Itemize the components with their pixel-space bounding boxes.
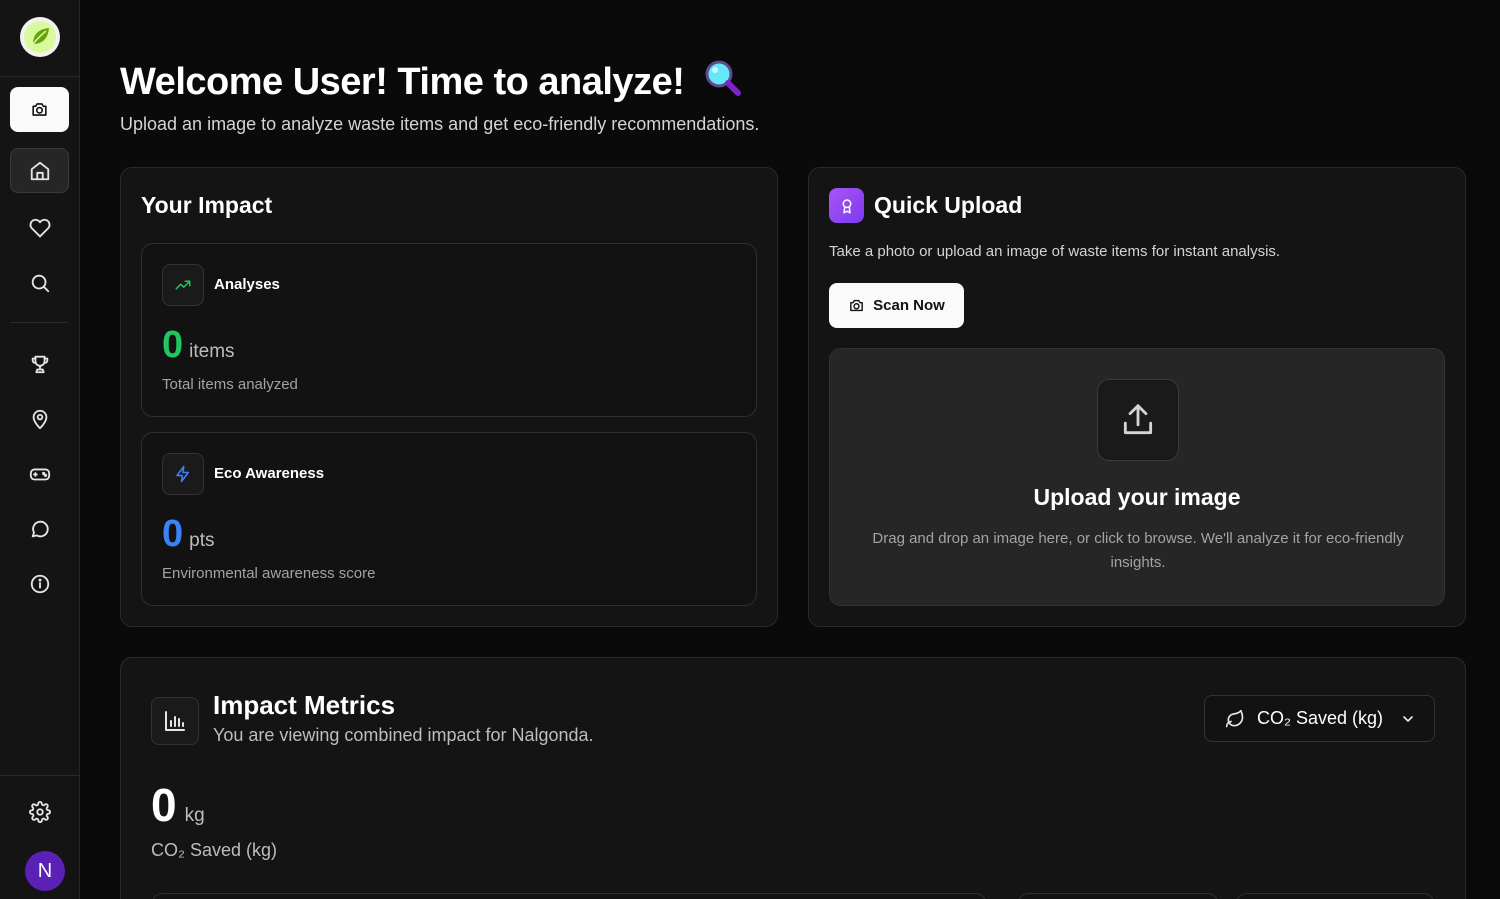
analyses-label: Analyses	[214, 276, 280, 293]
metric-description: CO₂ Saved (kg)	[151, 840, 278, 860]
quick-upload-card: Quick Upload Take a photo or upload an i…	[808, 167, 1466, 627]
favorites-nav-button[interactable]	[10, 205, 69, 250]
camera-icon	[32, 103, 47, 116]
gear-icon	[28, 800, 51, 823]
bar-chart-icon	[151, 697, 199, 745]
lightning-icon	[162, 453, 204, 495]
leaf-icon	[1225, 709, 1244, 727]
gamepad-icon	[29, 468, 50, 480]
image-dropzone[interactable]: Upload your image Drag and drop an image…	[829, 348, 1445, 606]
sidebar-divider	[0, 76, 79, 77]
impact-title: Your Impact	[141, 192, 273, 218]
page-title-text: Welcome User! Time to analyze!	[120, 61, 685, 103]
scan-nav-button[interactable]	[10, 87, 69, 132]
analyses-stat: Analyses 0 items Total items analyzed	[141, 243, 757, 417]
analyses-value: 0 items	[162, 324, 235, 367]
trending-up-icon	[162, 264, 204, 306]
magnifier-icon	[702, 58, 742, 108]
home-nav-button[interactable]	[10, 148, 69, 193]
sidebar-divider	[0, 775, 79, 776]
scan-now-label: Scan Now	[873, 297, 945, 314]
sidebar-divider	[10, 322, 68, 323]
impact-metrics-subtitle: You are viewing combined impact for Nalg…	[213, 725, 594, 745]
eco-awareness-value: 0 pts	[162, 513, 215, 556]
scan-now-button[interactable]: Scan Now	[829, 283, 964, 328]
analyses-unit: items	[189, 341, 235, 362]
eco-awareness-description: Environmental awareness score	[162, 565, 376, 582]
settings-nav-button[interactable]	[10, 789, 69, 834]
app-root: N Welcome User! Time to analyze! Upload …	[0, 0, 1500, 899]
page-title: Welcome User! Time to analyze!	[120, 58, 742, 108]
eco-awareness-stat: Eco Awareness 0 pts Environmental awarene…	[141, 432, 757, 606]
leaf-logo-icon	[24, 21, 56, 53]
chat-icon	[31, 520, 49, 537]
impact-metrics-card: Impact Metrics You are viewing combined …	[120, 657, 1466, 899]
heart-icon	[29, 218, 50, 237]
eco-awareness-unit: pts	[189, 530, 215, 551]
metric-select-value: CO₂ Saved (kg)	[1257, 708, 1384, 728]
upload-icon	[1097, 379, 1179, 461]
page-subtitle: Upload an image to analyze waste items a…	[120, 114, 760, 134]
dropzone-description: Drag and drop an image here, or click to…	[872, 530, 1404, 571]
search-nav-button[interactable]	[10, 260, 69, 305]
metric-unit: kg	[184, 805, 205, 826]
info-nav-button[interactable]	[10, 561, 69, 606]
chat-nav-button[interactable]	[10, 506, 69, 551]
metric-number: 0	[151, 779, 177, 831]
metric-select[interactable]: CO₂ Saved (kg)	[1204, 695, 1435, 742]
achievements-nav-button[interactable]	[10, 341, 69, 386]
map-pin-icon	[32, 409, 47, 429]
dropzone-title: Upload your image	[1033, 484, 1241, 510]
quick-upload-description: Take a photo or upload an image of waste…	[829, 243, 1281, 260]
games-nav-button[interactable]	[10, 451, 69, 496]
metric-side-panel	[1235, 893, 1435, 899]
impact-metrics-title: Impact Metrics	[213, 690, 396, 720]
metric-chart-panel	[151, 893, 987, 899]
trophy-icon	[31, 355, 48, 373]
sidebar: N	[0, 0, 80, 899]
home-icon	[30, 161, 49, 180]
quick-upload-title: Quick Upload	[874, 192, 1023, 218]
eco-awareness-label: Eco Awareness	[214, 465, 325, 482]
info-icon	[30, 574, 49, 593]
analyses-number: 0	[162, 324, 184, 366]
app-logo[interactable]	[20, 17, 60, 57]
analyses-description: Total items analyzed	[162, 376, 298, 393]
chevron-down-icon	[1403, 715, 1413, 722]
eco-awareness-number: 0	[162, 513, 184, 555]
award-icon	[829, 188, 864, 223]
locations-nav-button[interactable]	[10, 396, 69, 441]
camera-icon	[850, 299, 864, 312]
metric-value: 0 kg	[151, 778, 205, 832]
metric-select-label-group: CO₂ Saved (kg)	[1225, 708, 1383, 729]
user-avatar[interactable]: N	[25, 851, 65, 891]
metric-side-panel	[1017, 893, 1219, 899]
impact-card: Your Impact Analyses 0 items Total items …	[120, 167, 778, 627]
search-icon	[31, 274, 49, 292]
